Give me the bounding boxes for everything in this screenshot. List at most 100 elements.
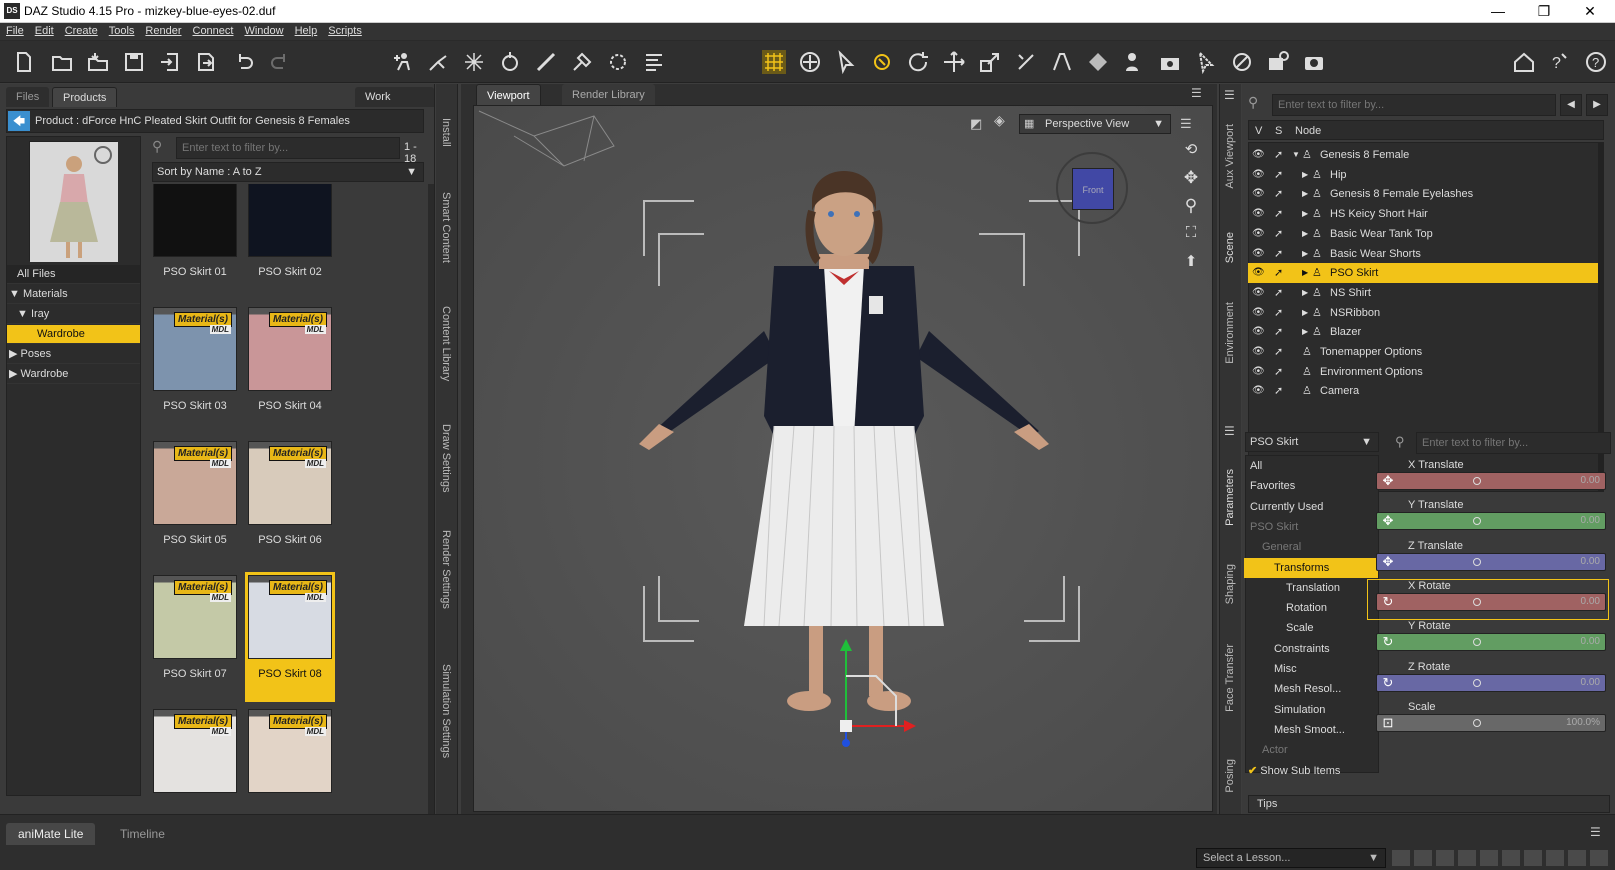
minimize-button[interactable]: — <box>1475 0 1521 23</box>
expand-arrow-icon[interactable]: ▶ <box>1302 224 1308 244</box>
scene-filter-input[interactable] <box>1272 94 1556 116</box>
bone-tool-icon[interactable] <box>1014 50 1038 74</box>
selectable-cursor-icon[interactable]: ➚ <box>1274 204 1283 224</box>
visibility-eye-icon[interactable]: 👁 <box>1252 224 1265 244</box>
tab-environment[interactable]: Environment <box>1224 302 1236 364</box>
redo-icon[interactable] <box>268 50 292 74</box>
param-category-item[interactable]: Mesh Resol... <box>1244 679 1378 699</box>
reset-view-icon[interactable]: ⬆ <box>1180 252 1202 274</box>
figure-pose-icon[interactable] <box>1122 50 1146 74</box>
camera-tool-icon[interactable] <box>1158 50 1182 74</box>
work-offline-button[interactable]: Work Offline <box>355 87 434 123</box>
tab-scene[interactable]: Scene <box>1224 232 1236 263</box>
joint-editor-icon[interactable] <box>426 50 450 74</box>
slider-knob[interactable] <box>1473 597 1481 606</box>
menu-scripts[interactable]: Scripts <box>322 23 367 37</box>
next-arrow-icon[interactable]: ▶ <box>1586 94 1608 116</box>
scene-node-row[interactable]: 👁 ➚ ▶ ♙ Basic Wear Tank Top <box>1248 224 1598 244</box>
visibility-eye-icon[interactable]: 👁 <box>1252 342 1265 362</box>
content-item[interactable]: Material(s) MDL PSO Skirt 06 <box>245 438 335 568</box>
help-icon[interactable]: ? <box>1584 50 1608 74</box>
param-category-item[interactable]: Favorites <box>1244 476 1378 496</box>
param-category-item[interactable]: Rotation <box>1244 598 1378 618</box>
prev-arrow-icon[interactable]: ◀ <box>1560 94 1582 116</box>
tab-content-library[interactable]: Content Library <box>440 306 452 381</box>
slider-knob[interactable] <box>1473 678 1481 687</box>
pan-icon[interactable]: ✥ <box>1180 168 1202 190</box>
bottom-menu-icon[interactable]: ☰ <box>1590 825 1601 839</box>
expand-arrow-icon[interactable]: ▶ <box>1302 263 1308 283</box>
panel-menu-icon[interactable]: ☰ <box>1224 424 1235 438</box>
surface-tool-icon[interactable] <box>1086 50 1110 74</box>
scene-node-row[interactable]: 👁 ➚ ♙ Tonemapper Options <box>1248 342 1598 362</box>
content-item[interactable]: Material(s) MDL PSO Skirt 07 <box>150 572 240 702</box>
panel-menu-icon[interactable]: ☰ <box>1224 88 1235 102</box>
expand-arrow-icon[interactable]: ▼ <box>1292 145 1300 165</box>
list-icon[interactable] <box>642 50 666 74</box>
rotate-icon[interactable] <box>906 50 930 74</box>
param-slider[interactable] <box>1376 633 1606 652</box>
universal-tool-icon[interactable] <box>798 50 822 74</box>
slider-knob[interactable] <box>1473 638 1481 647</box>
node-selection-icon[interactable] <box>834 50 858 75</box>
visibility-eye-icon[interactable]: 👁 <box>1252 381 1265 401</box>
scene-node-row[interactable]: 👁 ➚ ▶ ♙ Genesis 8 Female Eyelashes <box>1248 184 1598 204</box>
param-category-item[interactable]: Mesh Smoot... <box>1244 720 1378 740</box>
tab-parameters[interactable]: Parameters <box>1224 469 1236 526</box>
tree-item-iray[interactable]: ▼ Iray <box>7 305 140 324</box>
new-file-icon[interactable] <box>12 50 36 74</box>
tab-viewport[interactable]: Viewport <box>476 84 541 106</box>
tab-aux-viewport[interactable]: Aux Viewport <box>1224 124 1236 189</box>
back-arrow-icon[interactable]: 🡄 <box>8 111 30 131</box>
param-category-item[interactable]: All <box>1244 456 1378 476</box>
scene-node-row[interactable]: 👁 ➚ ♙ Camera <box>1248 381 1598 401</box>
tab-draw-settings[interactable]: Draw Settings <box>440 424 452 492</box>
viewport-menu-icon[interactable]: ☰ <box>1191 86 1207 100</box>
expand-arrow-icon[interactable]: ▶ <box>1302 283 1308 303</box>
node-weight-icon[interactable] <box>498 50 522 74</box>
3d-viewport[interactable]: Front <box>473 105 1213 812</box>
orbit-icon[interactable]: ⟲ <box>1180 140 1202 162</box>
selectable-cursor-icon[interactable]: ➚ <box>1274 283 1283 303</box>
draw-style-icon[interactable]: ◈ <box>994 112 1012 130</box>
param-category-item[interactable]: Misc <box>1244 659 1378 679</box>
render-icon[interactable] <box>1302 50 1326 74</box>
param-category-item[interactable]: Constraints <box>1244 639 1378 659</box>
param-value[interactable]: 100.0% <box>1566 717 1600 728</box>
expand-arrow-icon[interactable]: ▶ <box>1302 184 1308 204</box>
param-value[interactable]: 0.00 <box>1581 596 1600 607</box>
selectable-cursor-icon[interactable]: ➚ <box>1274 342 1283 362</box>
param-value[interactable]: 0.00 <box>1581 515 1600 526</box>
content-item[interactable]: PSO Skirt 01 <box>150 184 240 300</box>
selectable-cursor-icon[interactable]: ➚ <box>1274 381 1283 401</box>
restore-button[interactable]: ❐ <box>1521 0 1567 23</box>
selectable-cursor-icon[interactable]: ➚ <box>1274 362 1283 382</box>
brush-icon[interactable] <box>534 50 558 74</box>
param-category-item[interactable]: PSO Skirt <box>1244 517 1378 537</box>
expand-arrow-icon[interactable]: ▶ <box>1302 322 1308 342</box>
param-slider[interactable] <box>1376 472 1606 490</box>
visibility-eye-icon[interactable]: 👁 <box>1252 263 1265 283</box>
tab-files[interactable]: Files <box>6 87 50 107</box>
tree-item-poses[interactable]: ▶ Poses <box>7 345 140 364</box>
content-item[interactable]: Material(s) MDL PSO Skirt 04 <box>245 304 335 434</box>
render-grid-icon[interactable] <box>762 50 786 74</box>
visibility-eye-icon[interactable]: 👁 <box>1252 283 1265 303</box>
tree-item-all-files[interactable]: All Files <box>7 265 140 284</box>
param-category-item[interactable]: Actor <box>1244 740 1378 760</box>
tab-face-transfer[interactable]: Face Transfer <box>1224 644 1236 712</box>
sort-dropdown[interactable]: Sort by Name : A to Z ▼ <box>152 162 424 182</box>
selectable-cursor-icon[interactable]: ➚ <box>1274 165 1283 185</box>
nav-cube-front[interactable]: Front <box>1072 168 1114 210</box>
content-item[interactable]: Material(s) MDL PSO Skirt 05 <box>150 438 240 568</box>
scene-node-row[interactable]: 👁 ➚ ▶ ♙ NSRibbon <box>1248 303 1598 323</box>
selectable-cursor-icon[interactable]: ➚ <box>1274 145 1283 165</box>
geometry-editor-icon[interactable] <box>462 50 486 74</box>
visibility-eye-icon[interactable]: 👁 <box>1252 165 1265 185</box>
tree-item-materials[interactable]: ▼ Materials <box>7 285 140 304</box>
param-category-item[interactable]: Currently Used <box>1244 497 1378 517</box>
tab-products[interactable]: Products <box>52 87 118 107</box>
selectable-cursor-icon[interactable]: ➚ <box>1274 244 1283 264</box>
visibility-eye-icon[interactable]: 👁 <box>1252 303 1265 323</box>
translate-icon[interactable] <box>942 50 966 74</box>
